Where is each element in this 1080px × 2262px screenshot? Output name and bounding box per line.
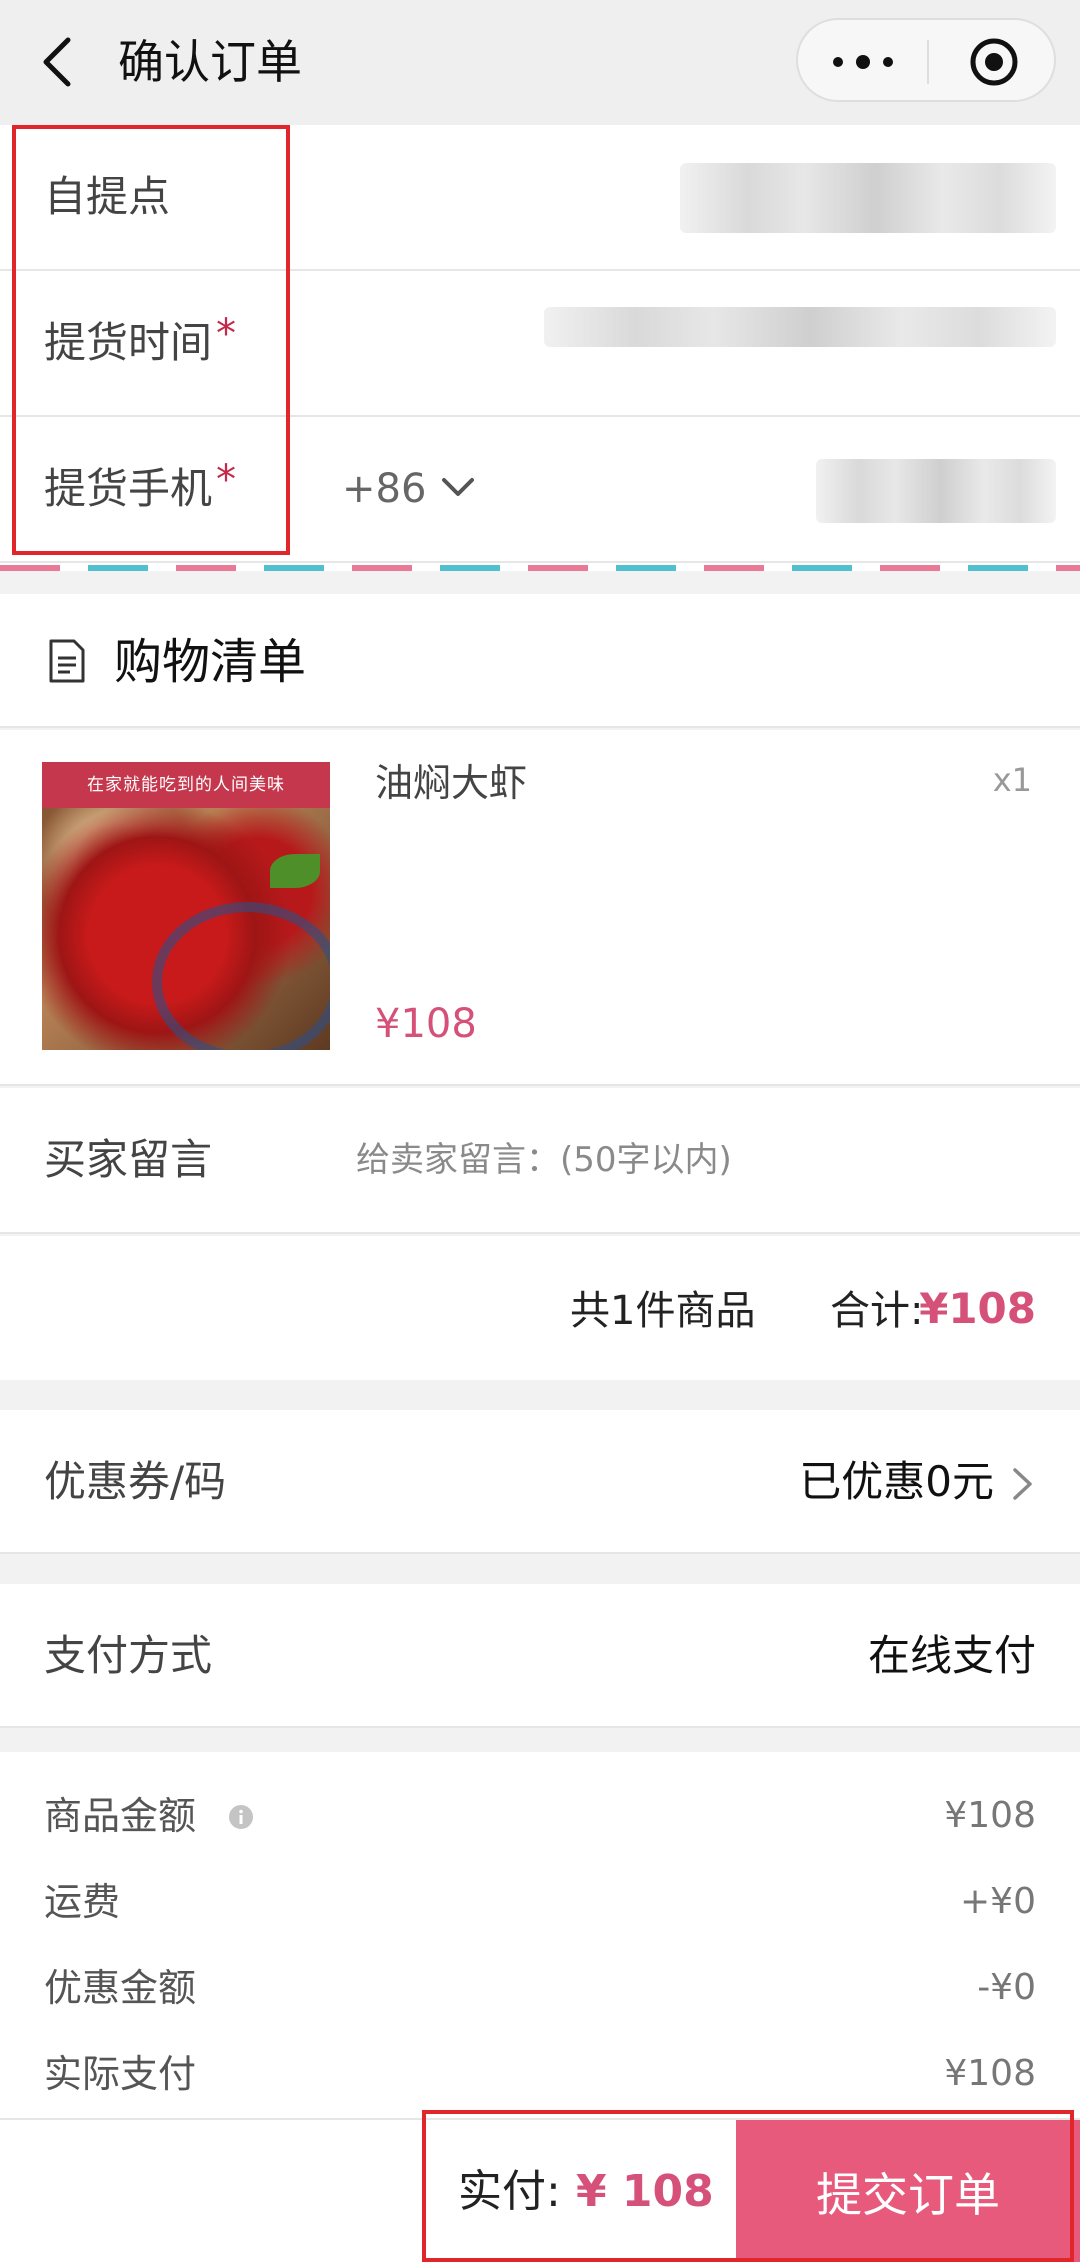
product-image-garnish (270, 854, 320, 888)
pickup-info-section: 自提点 提货时间 * 提货手机 * +86 (0, 125, 1080, 565)
price-summary: 商品金额 ¥108 运费 +¥0 优惠金额 -¥0 实际支付 ¥108 (0, 1752, 1080, 2118)
capsule-divider (927, 40, 929, 84)
buyer-message-row: 买家留言 (0, 1088, 1080, 1234)
summary-label: 实际支付 (44, 2052, 197, 2096)
pickup-time-row[interactable]: 提货时间 * (0, 271, 1080, 417)
buyer-message-input[interactable] (356, 1132, 1036, 1188)
summary-label: 运费 (44, 1880, 121, 1924)
order-total-row: 共1件商品 合计: ¥108 (0, 1236, 1080, 1380)
chevron-right-icon (1013, 1468, 1032, 1500)
summary-label: 优惠金额 (44, 1966, 197, 2010)
summary-row-goods-amount: 商品金额 ¥108 (0, 1786, 1080, 1846)
summary-row-discount: 优惠金额 -¥0 (0, 1958, 1080, 2018)
pickup-time-label: 提货时间 * (44, 311, 237, 367)
product-image[interactable]: 在家就能吃到的人间美味 (42, 762, 330, 1050)
country-code-select[interactable]: +86 (342, 459, 426, 519)
navigation-bar: 确认订单 (0, 0, 1080, 125)
info-icon[interactable] (228, 1804, 254, 1830)
summary-value: ¥108 (944, 2053, 1036, 2094)
mini-program-capsule (796, 18, 1056, 102)
page-title: 确认订单 (118, 35, 302, 89)
summary-label: 商品金额 (44, 1794, 197, 1838)
summary-value: ¥108 (944, 1795, 1036, 1836)
chevron-left-icon[interactable] (38, 34, 78, 90)
payment-method-value: 在线支付 (867, 1631, 1036, 1680)
payment-method-label: 支付方式 (44, 1631, 213, 1680)
airmail-divider (0, 565, 1080, 571)
pickup-point-row[interactable]: 自提点 (0, 125, 1080, 271)
target-icon[interactable] (968, 36, 1020, 88)
cart-item[interactable]: 在家就能吃到的人间美味 油焖大虾 x1 ¥108 (0, 730, 1080, 1086)
product-quantity: x1 (992, 761, 1032, 799)
required-mark: * (216, 311, 237, 357)
chevron-down-icon[interactable] (440, 472, 476, 502)
product-image-plate (152, 902, 330, 1050)
coupon-label: 优惠券/码 (44, 1457, 227, 1506)
item-count: 共1件商品 (570, 1288, 756, 1334)
pickup-time-value-blurred (544, 307, 1056, 347)
required-mark: * (216, 457, 237, 503)
pickup-phone-row: 提货手机 * +86 (0, 417, 1080, 563)
shopping-list-header: 购物清单 (0, 594, 1080, 728)
coupon-row[interactable]: 优惠券/码 已优惠0元 (0, 1410, 1080, 1554)
summary-row-shipping: 运费 +¥0 (0, 1872, 1080, 1932)
summary-row-actual-payment: 实际支付 ¥108 (0, 2044, 1080, 2104)
bottom-action-bar: 实付: ¥ 108 提交订单 (0, 2118, 1080, 2262)
summary-value: +¥0 (960, 1881, 1036, 1922)
shopping-list-title: 购物清单 (114, 634, 307, 690)
payment-method-row[interactable]: 支付方式 在线支付 (0, 1584, 1080, 1728)
submit-order-button[interactable]: 提交订单 (736, 2120, 1080, 2262)
more-dots-icon[interactable] (828, 47, 898, 77)
document-icon (49, 639, 85, 683)
subtotal-value: ¥108 (919, 1284, 1036, 1333)
pickup-point-label: 自提点 (44, 172, 171, 221)
pickup-point-value-blurred (680, 163, 1056, 233)
buyer-message-label: 买家留言 (44, 1135, 213, 1184)
coupon-value: 已优惠0元 (799, 1457, 994, 1506)
summary-value: -¥0 (977, 1967, 1036, 2008)
subtotal-label: 合计: (830, 1288, 924, 1334)
product-price: ¥108 (375, 1001, 477, 1047)
phone-number-input-blurred[interactable] (816, 459, 1056, 523)
product-image-banner: 在家就能吃到的人间美味 (42, 762, 330, 808)
amount-due-label: 实付: (458, 2166, 561, 2217)
amount-due-value: ¥ 108 (576, 2166, 714, 2217)
pickup-phone-label: 提货手机 * (44, 457, 237, 513)
product-name: 油焖大虾 (375, 761, 528, 805)
